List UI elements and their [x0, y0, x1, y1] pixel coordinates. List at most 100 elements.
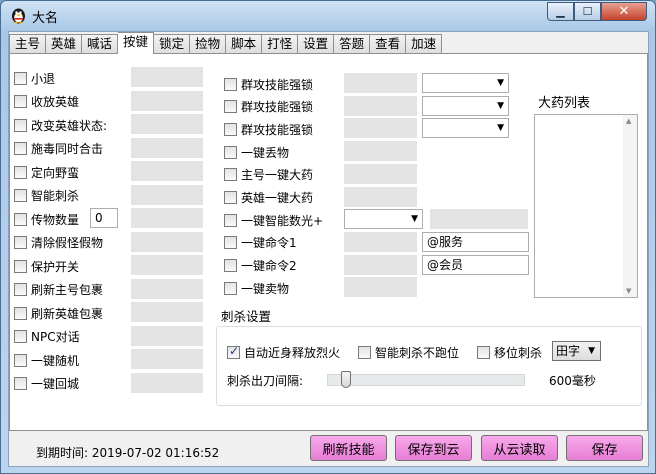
left-option-5[interactable]: 智能刺杀	[14, 187, 79, 205]
hotkey-input[interactable]	[131, 255, 203, 275]
left-option-0[interactable]: 小退	[14, 69, 55, 87]
refresh-skills-button[interactable]: 刷新技能	[310, 435, 387, 461]
left-option-9[interactable]: 刷新主号包裹	[14, 281, 103, 299]
left-option-1[interactable]: 收放英雄	[14, 93, 79, 111]
interval-slider-thumb[interactable]	[341, 371, 351, 388]
tab-0[interactable]: 主号	[9, 34, 47, 54]
left-option-checkbox[interactable]	[14, 71, 27, 85]
skill-select[interactable]: ▼	[422, 95, 509, 116]
tab-9[interactable]: 答题	[334, 34, 371, 54]
tab-1[interactable]: 英雄	[46, 34, 83, 54]
left-option-checkbox[interactable]	[14, 283, 27, 296]
beam-select[interactable]: ▼	[344, 209, 423, 230]
left-option-checkbox[interactable]	[14, 189, 27, 202]
mid-option-6[interactable]: 一键智能数光+	[224, 211, 323, 229]
auto-release-checkbox[interactable]	[227, 344, 240, 359]
left-option-11[interactable]: NPC对话	[14, 328, 80, 346]
left-option-3[interactable]: 施毒同时合击	[14, 140, 103, 158]
hotkey-input[interactable]	[344, 186, 417, 207]
mid-option-0[interactable]: 群攻技能强锁	[224, 75, 313, 93]
load-from-cloud-button[interactable]: 从云读取	[481, 435, 558, 461]
tab-11[interactable]: 加速	[406, 34, 443, 54]
maximize-button[interactable]: ☐	[574, 2, 601, 21]
potion-list-scrollbar[interactable]: ▲ ▼	[623, 115, 637, 297]
tab-8[interactable]: 设置	[298, 34, 335, 54]
save-button[interactable]: 保存	[566, 435, 643, 461]
mid-option-9[interactable]: 一键卖物	[224, 279, 289, 297]
tab-2[interactable]: 喊话	[82, 34, 119, 54]
left-option-checkbox[interactable]	[14, 353, 27, 367]
auto-release-option[interactable]: 自动近身释放烈火	[227, 343, 340, 361]
move-stab-option[interactable]: 移位刺杀	[477, 343, 542, 361]
left-option-4[interactable]: 定向野蛮	[14, 163, 79, 181]
left-option-checkbox[interactable]	[14, 306, 27, 320]
hotkey-input[interactable]	[131, 208, 203, 228]
mid-option-checkbox[interactable]	[224, 168, 237, 182]
left-option-7[interactable]: 清除假怪假物	[14, 234, 103, 252]
save-to-cloud-button[interactable]: 保存到云	[395, 435, 472, 461]
left-option-checkbox[interactable]	[14, 95, 27, 108]
scroll-up-icon[interactable]: ▲	[626, 117, 631, 125]
hotkey-input[interactable]	[344, 95, 417, 116]
mid-option-checkbox[interactable]	[224, 236, 237, 250]
left-option-6[interactable]: 传物数量	[14, 210, 79, 228]
left-option-checkbox[interactable]	[14, 236, 27, 249]
beam-extra-input[interactable]	[430, 209, 528, 230]
hotkey-input[interactable]	[344, 254, 417, 275]
hotkey-input[interactable]	[131, 184, 203, 205]
hotkey-input[interactable]	[344, 277, 417, 298]
mid-option-1[interactable]: 群攻技能强锁	[224, 98, 313, 116]
interval-slider-track[interactable]	[327, 374, 525, 386]
hotkey-input[interactable]	[344, 231, 417, 252]
mid-option-5[interactable]: 英雄一键大药	[224, 189, 313, 207]
no-run-option[interactable]: 智能刺杀不跑位	[358, 343, 459, 361]
tab-4[interactable]: 锁定	[154, 34, 191, 54]
left-option-2[interactable]: 改变英雄状态:	[14, 116, 107, 134]
mid-option-checkbox[interactable]	[224, 259, 237, 273]
hotkey-input[interactable]	[131, 302, 203, 322]
hotkey-input[interactable]	[131, 372, 203, 393]
title-bar[interactable]: 大名 ▁ ☐ ✕	[1, 1, 655, 29]
hotkey-input[interactable]	[131, 278, 203, 299]
move-stab-checkbox[interactable]	[477, 345, 490, 359]
hotkey-input[interactable]	[344, 163, 417, 184]
left-option-checkbox[interactable]	[14, 330, 27, 343]
left-option-checkbox[interactable]	[14, 259, 27, 273]
tab-5[interactable]: 捡物	[190, 34, 227, 54]
left-option-checkbox[interactable]	[14, 377, 27, 390]
tab-7[interactable]: 打怪	[262, 34, 299, 54]
mid-option-checkbox[interactable]	[224, 213, 237, 227]
left-option-checkbox[interactable]	[14, 212, 27, 226]
hotkey-input[interactable]	[131, 90, 203, 111]
left-option-checkbox[interactable]	[14, 118, 27, 132]
hotkey-input[interactable]	[344, 73, 417, 93]
mid-option-3[interactable]: 一键丢物	[224, 143, 289, 161]
potion-listbox[interactable]: ▲ ▼	[534, 114, 638, 298]
transfer-count-input[interactable]: 0	[90, 208, 118, 228]
hotkey-input[interactable]	[131, 231, 203, 252]
mid-option-7[interactable]: 一键命令1	[224, 234, 297, 252]
mid-option-checkbox[interactable]	[224, 281, 237, 295]
mid-option-checkbox[interactable]	[224, 122, 237, 136]
hotkey-input[interactable]	[131, 161, 203, 181]
close-button[interactable]: ✕	[601, 2, 647, 21]
left-option-checkbox[interactable]	[14, 142, 27, 155]
left-option-13[interactable]: 一键回城	[14, 375, 79, 393]
left-option-12[interactable]: 一键随机	[14, 351, 79, 369]
left-option-10[interactable]: 刷新英雄包裹	[14, 304, 103, 322]
hotkey-input[interactable]	[344, 118, 417, 139]
mid-option-2[interactable]: 群攻技能强锁	[224, 120, 313, 138]
mid-option-checkbox[interactable]	[224, 77, 237, 91]
minimize-button[interactable]: ▁	[547, 2, 574, 21]
scroll-down-icon[interactable]: ▼	[626, 287, 631, 295]
no-run-checkbox[interactable]	[358, 345, 371, 359]
left-option-8[interactable]: 保护开关	[14, 257, 79, 275]
hotkey-input[interactable]	[131, 137, 203, 158]
mid-option-checkbox[interactable]	[224, 145, 237, 159]
skill-select[interactable]: ▼	[422, 118, 509, 139]
mid-option-checkbox[interactable]	[224, 100, 237, 114]
mid-option-checkbox[interactable]	[224, 191, 237, 204]
tab-6[interactable]: 脚本	[226, 34, 263, 54]
tab-3[interactable]: 按键	[118, 32, 155, 54]
command-input[interactable]: @服务	[422, 231, 529, 252]
